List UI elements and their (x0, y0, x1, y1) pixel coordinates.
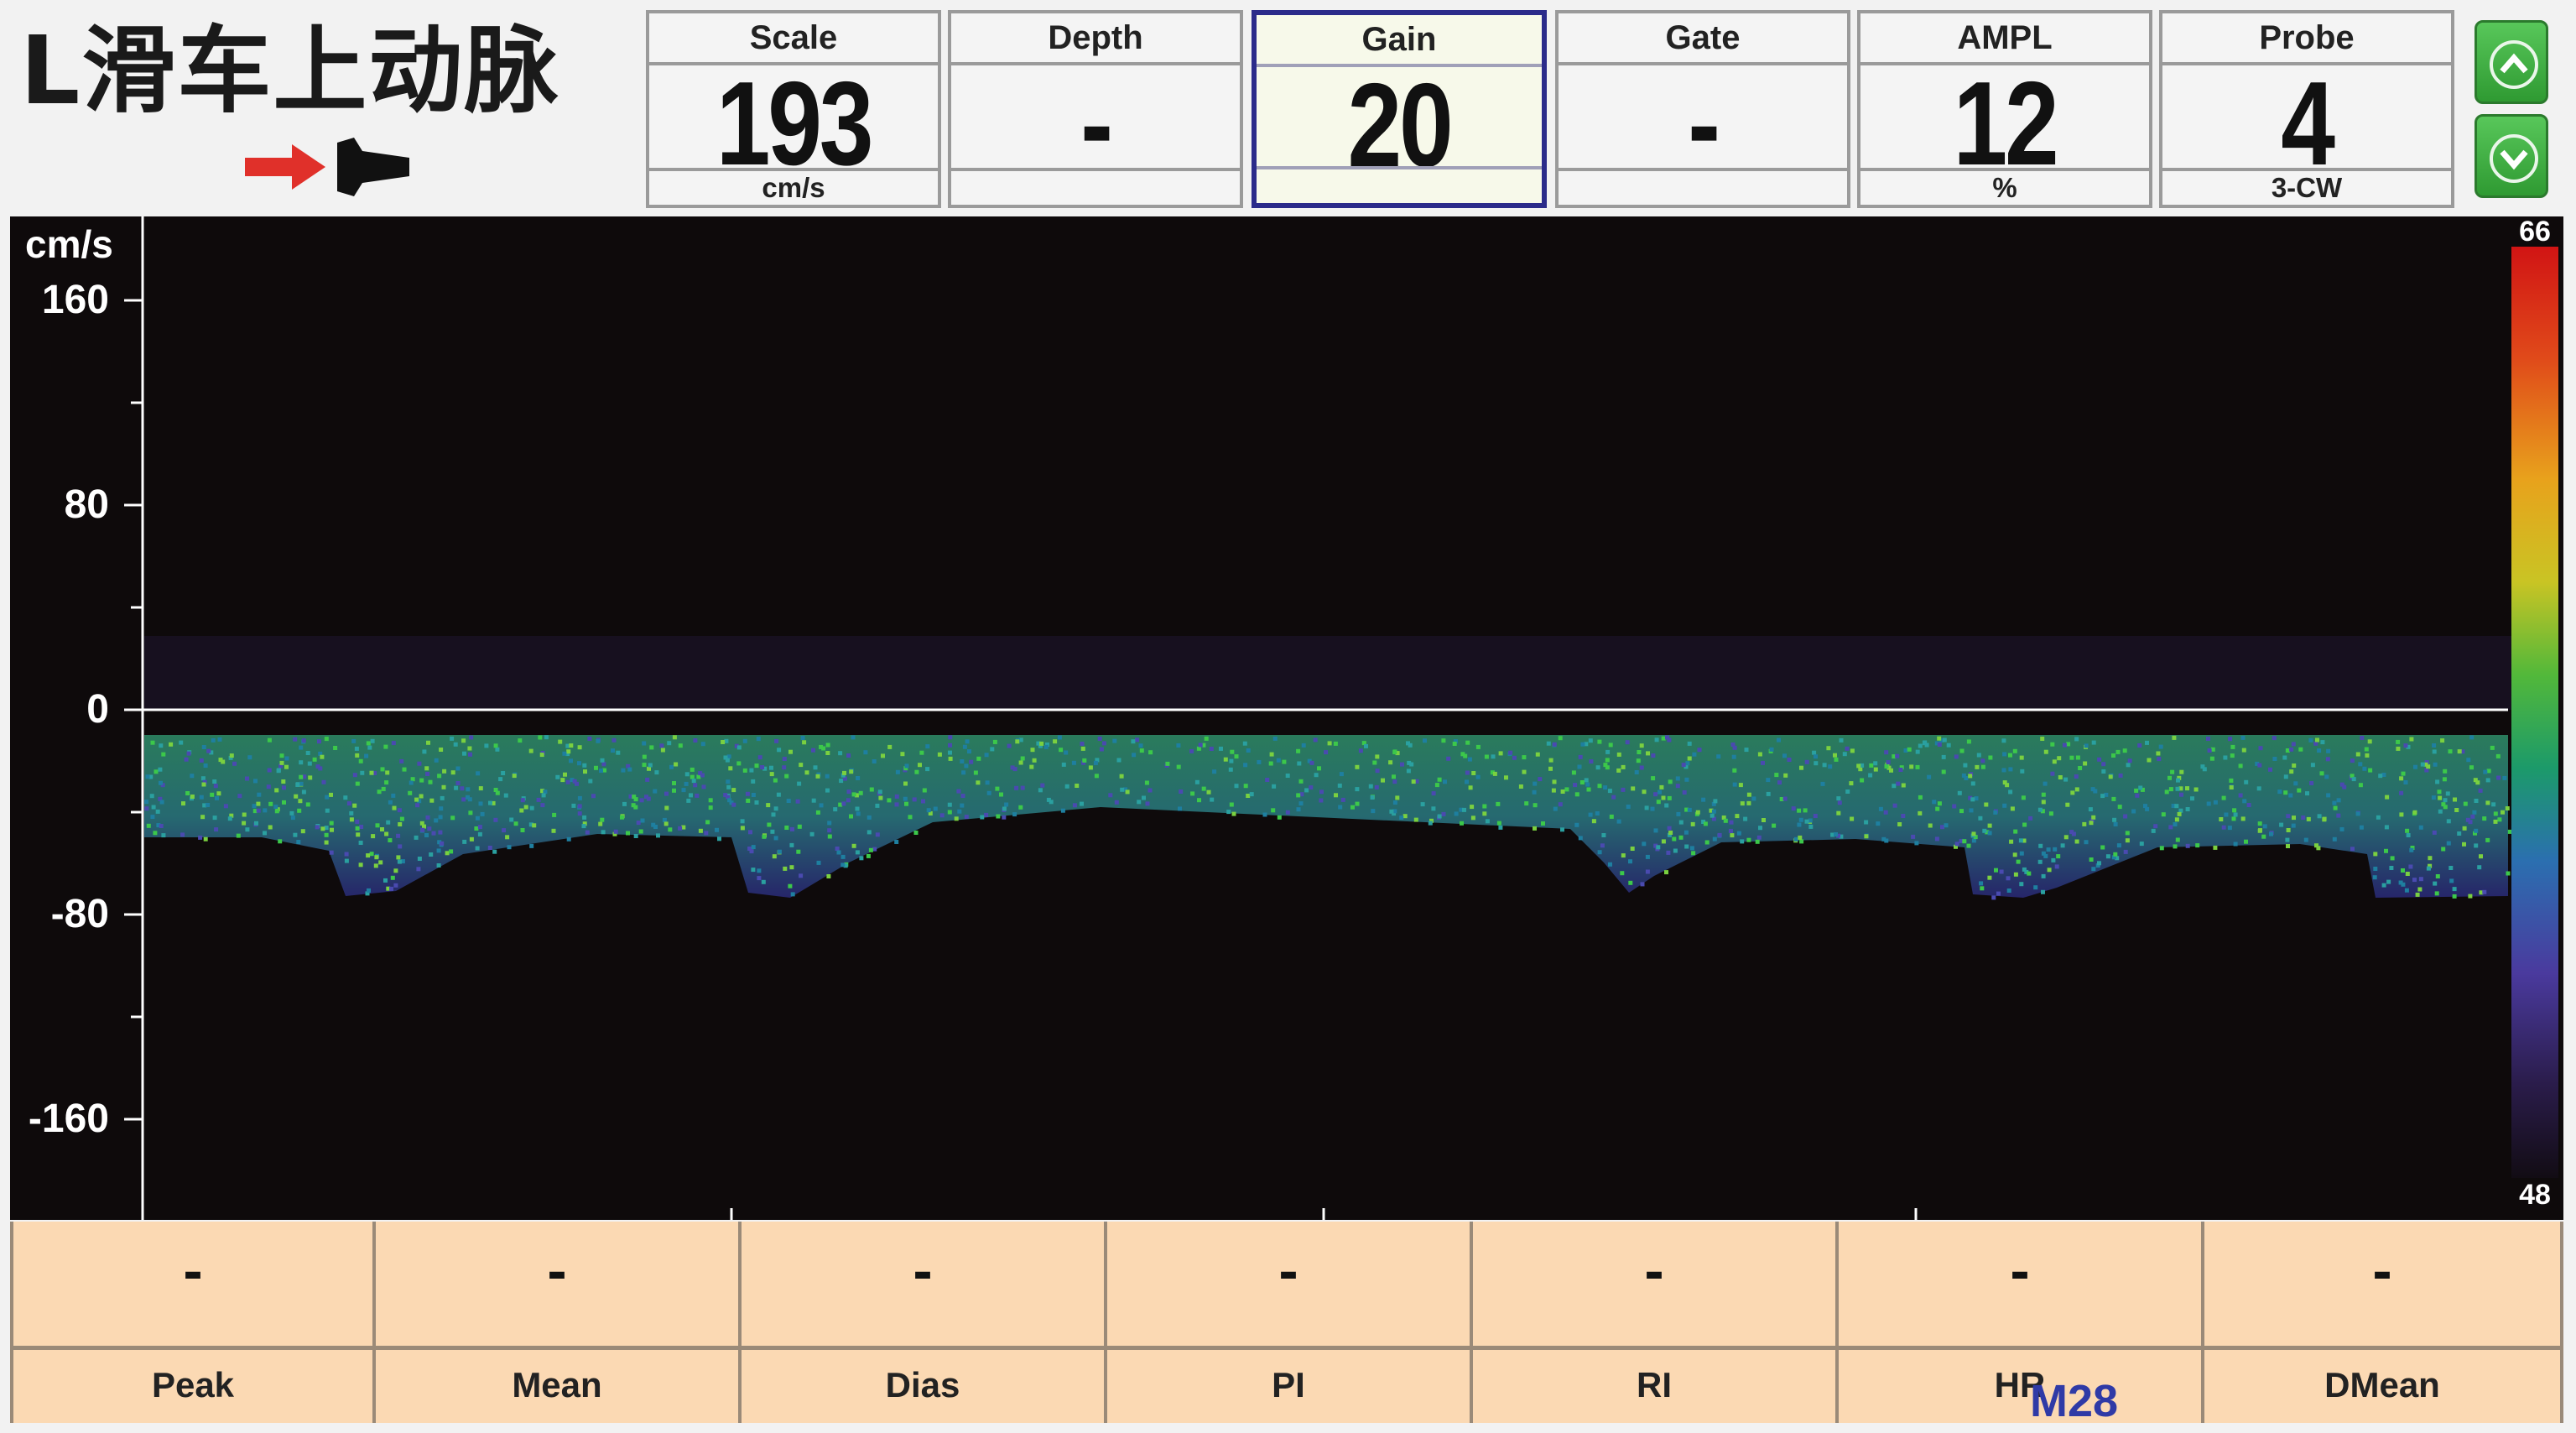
figure-id-label: M28 (2030, 1376, 2119, 1426)
measure-value: - (13, 1228, 372, 1350)
param-probe[interactable]: Probe 4 3-CW (2159, 10, 2454, 208)
measure-value: - (2204, 1228, 2560, 1350)
param-value: 20 (1347, 59, 1454, 192)
param-value: - (1080, 57, 1113, 190)
measure-ri[interactable]: - RI (1470, 1222, 1839, 1423)
measure-value: - (376, 1228, 738, 1350)
measure-dmean[interactable]: - DMean (2201, 1222, 2563, 1423)
measure-label: Peak (151, 1365, 235, 1404)
y-axis-unit: cm/s (25, 222, 113, 266)
flow-envelope (144, 735, 2508, 898)
measure-value: - (1107, 1228, 1470, 1350)
y-tick-label: -80 (50, 892, 109, 936)
measure-label: DMean (2324, 1365, 2440, 1404)
scroll-down-button[interactable] (2475, 114, 2548, 198)
param-unit (1257, 166, 1542, 203)
y-ticks (124, 299, 143, 1121)
measure-value: - (742, 1228, 1104, 1350)
doppler-spectrum-display: cm/s 160 80 0 -80 -160 66 48 (10, 216, 2563, 1220)
scroll-buttons (2475, 20, 2552, 201)
measure-label: Dias (885, 1365, 960, 1404)
measure-value: - (1473, 1228, 1835, 1350)
measure-label: PI (1272, 1365, 1305, 1404)
y-tick-label: -160 (28, 1097, 109, 1141)
param-unit: 3-CW (2162, 168, 2451, 205)
measure-label: Mean (512, 1365, 602, 1404)
chevron-down-icon (2490, 134, 2538, 183)
measure-label: HR (1994, 1365, 2046, 1404)
y-tick-label: 0 (86, 687, 109, 732)
param-unit: cm/s (649, 168, 938, 205)
measure-hr[interactable]: - HR (1835, 1222, 2204, 1423)
parameter-bar: Scale 193 cm/s Depth - Gain 20 Gate - AM… (646, 10, 2459, 208)
y-tick-label: 160 (41, 278, 109, 322)
page-title: L滑车上动脉 (20, 17, 560, 126)
color-scale-bar (2511, 247, 2558, 1178)
param-gate[interactable]: Gate - (1555, 10, 1850, 208)
param-ampl[interactable]: AMPL 12 % (1857, 10, 2152, 208)
scroll-up-button[interactable] (2475, 20, 2548, 104)
noise-band (144, 636, 2518, 710)
param-value: - (1688, 57, 1720, 190)
param-value: 193 (716, 57, 874, 190)
time-ticks (730, 1208, 1918, 1220)
param-unit (951, 168, 1240, 205)
param-unit (1559, 168, 1847, 205)
measure-label: RI (1637, 1365, 1672, 1404)
measure-value: - (1839, 1228, 2201, 1350)
header-bar: L滑车上动脉 Scale 193 cm/s Depth - Gain 20 Ga… (0, 0, 2576, 213)
param-scale[interactable]: Scale 193 cm/s (646, 10, 941, 208)
param-unit: % (1860, 168, 2149, 205)
param-value: 4 (2281, 57, 2335, 190)
y-tick-label: 80 (64, 482, 109, 527)
measure-peak[interactable]: - Peak (10, 1222, 376, 1423)
measure-dias[interactable]: - Dias (738, 1222, 1107, 1423)
measure-mean[interactable]: - Mean (372, 1222, 742, 1423)
measure-pi[interactable]: - PI (1104, 1222, 1473, 1423)
colorbar-min-label: 48 (2519, 1179, 2551, 1211)
chevron-up-icon (2490, 40, 2538, 89)
param-gain[interactable]: Gain 20 (1252, 10, 1547, 208)
probe-direction-icon (245, 134, 413, 201)
param-depth[interactable]: Depth - (948, 10, 1243, 208)
param-value: 12 (1953, 57, 2059, 190)
colorbar-max-label: 66 (2519, 216, 2551, 248)
measurement-panel: - Peak - Mean - Dias - PI - RI - HR - DM… (10, 1222, 2563, 1423)
spectrum-plot (124, 216, 2558, 1220)
